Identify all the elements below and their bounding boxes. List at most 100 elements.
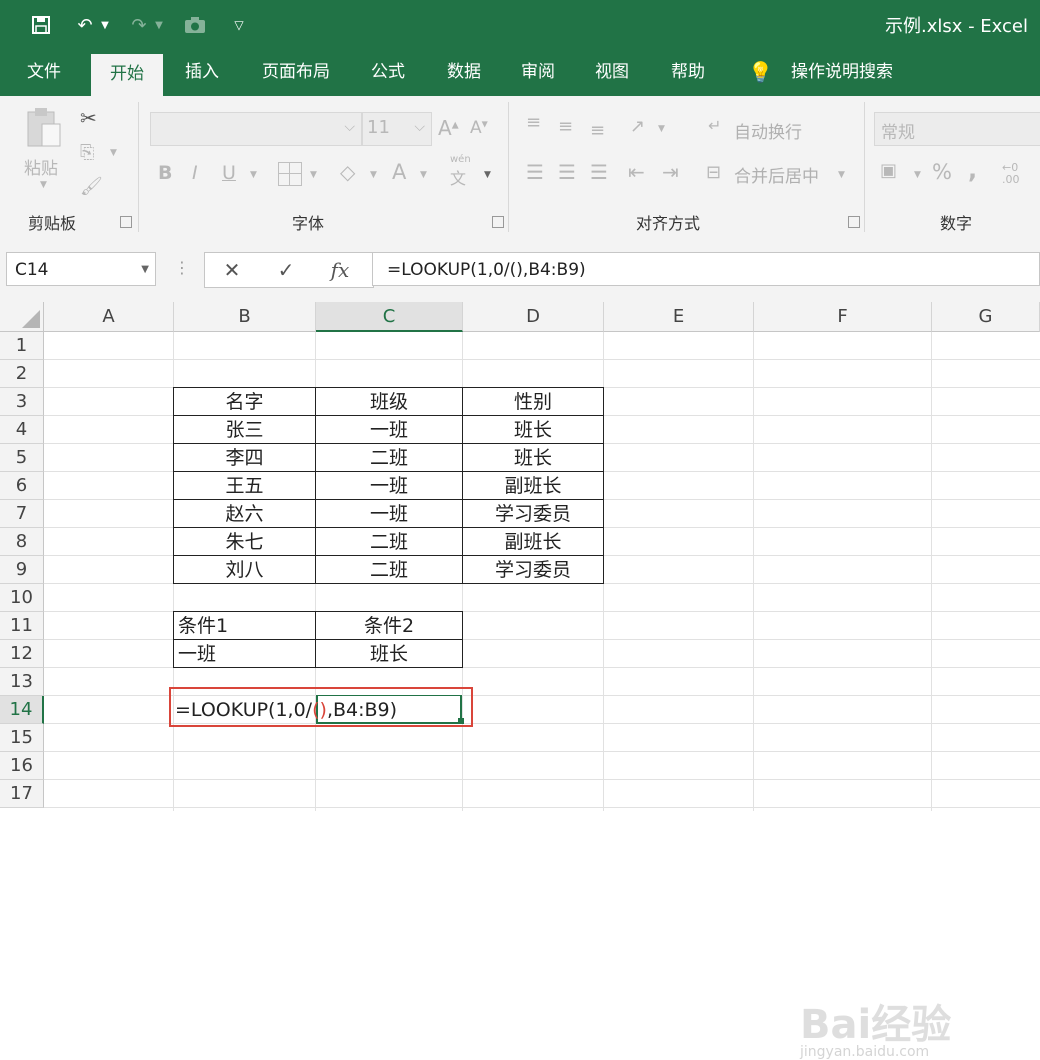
tab-insert[interactable]: 插入 <box>172 50 232 96</box>
tab-file[interactable]: 文件 <box>12 50 76 96</box>
align-center-icon[interactable]: ☰ <box>558 160 576 184</box>
percent-button[interactable]: % <box>932 160 952 184</box>
copy-dropdown-icon[interactable]: ▼ <box>110 148 117 158</box>
underline-button[interactable]: U <box>222 162 236 184</box>
table-cell[interactable]: 副班长 <box>462 527 604 556</box>
row-header[interactable]: 9 <box>0 556 44 584</box>
save-icon[interactable] <box>28 12 54 38</box>
table-cell[interactable]: 二班 <box>315 555 463 584</box>
table-cell[interactable]: 刘八 <box>173 555 316 584</box>
paste-icon[interactable] <box>24 106 64 150</box>
row-header[interactable]: 2 <box>0 360 44 388</box>
table-cell[interactable]: 二班 <box>315 443 463 472</box>
top-align-icon[interactable]: ≡ <box>526 112 541 133</box>
undo-dropdown-icon[interactable]: ▼ <box>98 12 112 38</box>
criteria-value-1[interactable]: 一班 <box>173 639 316 668</box>
name-box[interactable]: C14 ▼ <box>6 252 156 286</box>
cut-icon[interactable]: ✂ <box>80 106 97 130</box>
column-header-b[interactable]: B <box>174 302 316 332</box>
row-header-selected[interactable]: 14 <box>0 696 44 724</box>
table-cell[interactable]: 李四 <box>173 443 316 472</box>
cancel-icon[interactable]: ✕ <box>217 257 247 283</box>
merge-dropdown-icon[interactable]: ▼ <box>838 170 845 180</box>
borders-dropdown-icon[interactable]: ▼ <box>310 170 317 180</box>
row-header[interactable]: 12 <box>0 640 44 668</box>
camera-icon[interactable] <box>182 12 208 38</box>
font-launcher-icon[interactable] <box>492 216 504 228</box>
copy-icon[interactable]: ⎘ <box>80 142 94 163</box>
row-header[interactable]: 1 <box>0 332 44 360</box>
wrap-text-button[interactable]: 自动换行 <box>734 118 802 143</box>
redo-icon[interactable]: ↷ <box>126 12 152 38</box>
table-header-cell[interactable]: 名字 <box>173 387 316 416</box>
tab-formulas[interactable]: 公式 <box>358 50 418 96</box>
redo-dropdown-icon[interactable]: ▼ <box>152 12 166 38</box>
table-cell[interactable]: 学习委员 <box>462 499 604 528</box>
phonetic-guide-icon[interactable]: wén 文 <box>450 154 471 189</box>
tab-view[interactable]: 视图 <box>582 50 642 96</box>
row-header[interactable]: 4 <box>0 416 44 444</box>
criteria-header-1[interactable]: 条件1 <box>173 611 316 640</box>
row-header[interactable]: 11 <box>0 612 44 640</box>
alignment-launcher-icon[interactable] <box>848 216 860 228</box>
paste-dropdown-icon[interactable]: ▼ <box>40 180 47 190</box>
borders-icon[interactable] <box>278 162 302 186</box>
row-header[interactable]: 10 <box>0 584 44 612</box>
font-color-button[interactable]: A <box>392 160 406 184</box>
criteria-value-2[interactable]: 班长 <box>315 639 463 668</box>
row-header[interactable]: 17 <box>0 780 44 808</box>
chevron-down-icon[interactable]: ▼ <box>141 253 149 287</box>
insert-function-button[interactable]: fx <box>325 257 355 283</box>
criteria-header-2[interactable]: 条件2 <box>315 611 463 640</box>
clipboard-launcher-icon[interactable] <box>120 216 132 228</box>
column-header-d[interactable]: D <box>463 302 604 332</box>
lightbulb-icon[interactable]: 💡 <box>748 60 773 86</box>
row-header[interactable]: 8 <box>0 528 44 556</box>
italic-button[interactable]: I <box>192 162 198 184</box>
column-header-c[interactable]: C <box>316 302 463 332</box>
undo-icon[interactable]: ↶ <box>72 12 98 38</box>
increase-decimal-button[interactable]: ←0 .00 <box>1002 162 1038 186</box>
paste-label[interactable]: 粘贴 <box>24 154 58 179</box>
row-header[interactable]: 7 <box>0 500 44 528</box>
table-cell[interactable]: 一班 <box>315 415 463 444</box>
select-all-button[interactable] <box>0 302 44 332</box>
table-cell[interactable]: 二班 <box>315 527 463 556</box>
table-cell[interactable]: 班长 <box>462 443 604 472</box>
row-header[interactable]: 15 <box>0 724 44 752</box>
customize-qat-icon[interactable]: ▽ <box>226 12 252 38</box>
fill-color-dropdown-icon[interactable]: ▼ <box>370 170 377 180</box>
enter-icon[interactable]: ✓ <box>271 257 301 283</box>
align-right-icon[interactable]: ☰ <box>590 160 608 184</box>
tab-help[interactable]: 帮助 <box>658 50 718 96</box>
format-painter-icon[interactable]: 🖌 <box>80 176 103 197</box>
shrink-font-icon[interactable]: A▼ <box>470 118 488 138</box>
tab-home[interactable]: 开始 <box>91 54 163 96</box>
tell-me-search[interactable]: 操作说明搜索 <box>780 50 904 96</box>
table-cell[interactable]: 朱七 <box>173 527 316 556</box>
tab-data[interactable]: 数据 <box>434 50 494 96</box>
decrease-indent-icon[interactable]: ⇤ <box>628 160 645 184</box>
bottom-align-icon[interactable]: ≡ <box>590 120 605 141</box>
row-header[interactable]: 13 <box>0 668 44 696</box>
table-cell[interactable]: 副班长 <box>462 471 604 500</box>
table-header-cell[interactable]: 班级 <box>315 387 463 416</box>
increase-indent-icon[interactable]: ⇥ <box>662 160 679 184</box>
table-cell[interactable]: 王五 <box>173 471 316 500</box>
column-header-e[interactable]: E <box>604 302 754 332</box>
phonetic-dropdown-icon[interactable]: ▼ <box>484 170 491 180</box>
table-cell[interactable]: 一班 <box>315 471 463 500</box>
currency-dropdown-icon[interactable]: ▼ <box>914 170 921 180</box>
merge-center-button[interactable]: 合并后居中 <box>734 162 819 187</box>
table-header-cell[interactable]: 性别 <box>462 387 604 416</box>
number-format-combo[interactable]: 常规 <box>874 112 1040 146</box>
currency-icon[interactable]: ▣ <box>880 160 897 181</box>
column-header-f[interactable]: F <box>754 302 932 332</box>
column-header-g[interactable]: G <box>932 302 1040 332</box>
row-header[interactable]: 16 <box>0 752 44 780</box>
table-cell[interactable]: 张三 <box>173 415 316 444</box>
column-header-a[interactable]: A <box>44 302 174 332</box>
comma-button[interactable]: , <box>968 156 977 184</box>
orientation-icon[interactable]: ↗ <box>630 116 645 137</box>
formula-input[interactable]: =LOOKUP(1,0/(),B4:B9) <box>372 252 1040 286</box>
